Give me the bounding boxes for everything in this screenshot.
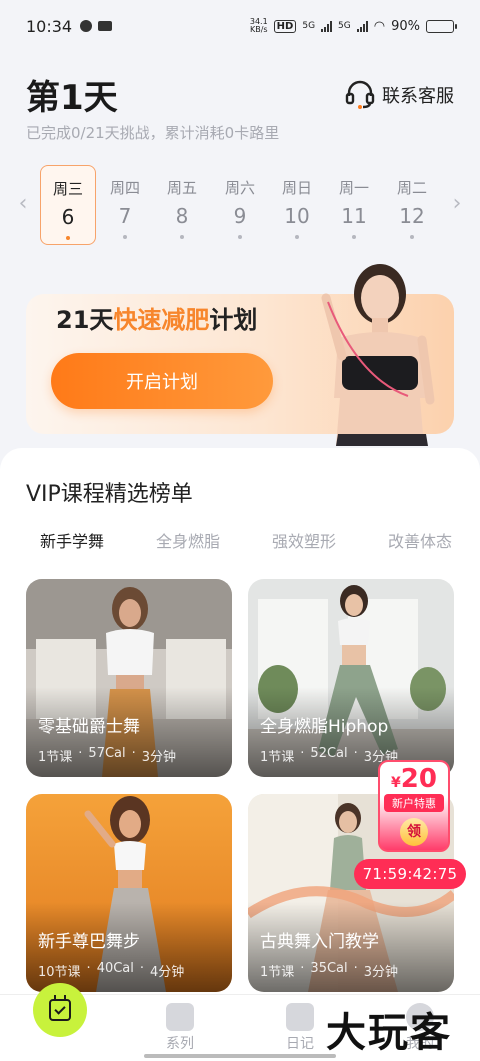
- home-tab-circle: [33, 983, 87, 1037]
- chevron-left-icon[interactable]: ‹: [14, 191, 32, 216]
- start-plan-button[interactable]: 开启计划: [51, 353, 273, 409]
- calendar-check-icon: [49, 995, 71, 1021]
- banner-title: 21天快速减肥计划: [56, 306, 258, 334]
- day-item-2[interactable]: 周五 8: [154, 165, 210, 245]
- challenge-progress: 已完成0/21天挑战，累计消耗0卡路里: [26, 124, 280, 142]
- day-item-1[interactable]: 周四 7: [97, 165, 153, 245]
- hd-icon: HD: [273, 19, 297, 33]
- status-left-icons: [80, 20, 113, 32]
- contact-label: 联系客服: [382, 86, 454, 107]
- day-item-4[interactable]: 周日 10: [269, 165, 325, 245]
- diary-icon: [286, 1003, 314, 1031]
- app-notification-icon: [98, 21, 113, 31]
- chevron-right-icon[interactable]: ›: [448, 191, 466, 216]
- course-name: 零基础爵士舞: [38, 717, 140, 737]
- course-meta: 1节课 · 57Cal · 3分钟: [38, 746, 177, 765]
- tab-posture[interactable]: 改善体态: [374, 528, 466, 552]
- course-name: 新手尊巴舞步: [38, 932, 140, 952]
- week-selector: ‹ 周三 6 周四 7 周五 8 周六 9 周日 10 周一 11 周二 12 …: [0, 163, 480, 247]
- coupon-badge[interactable]: ¥20 新户特惠 领: [378, 760, 450, 852]
- coupon-amount: ¥20: [391, 764, 437, 794]
- nav-series[interactable]: 系列: [140, 999, 220, 1053]
- day-dot: [410, 235, 414, 239]
- watermark: 大玩客: [326, 1010, 452, 1056]
- home-indicator: [144, 1054, 336, 1058]
- battery-icon: [426, 19, 457, 33]
- day-dot: [238, 235, 242, 239]
- tab-beginner-dance[interactable]: 新手学舞: [26, 528, 118, 552]
- claim-button[interactable]: 领: [400, 818, 428, 846]
- wifi-icon: ◠: [373, 18, 386, 34]
- play-icon: [166, 1003, 194, 1031]
- status-bar: 10:34 34.1 KB/s HD 5G 5G ◠ 90%: [0, 0, 480, 52]
- course-meta: 1节课 · 35Cal · 3分钟: [260, 961, 399, 980]
- day-item-6[interactable]: 周二 12: [384, 165, 440, 245]
- nav-home[interactable]: [20, 983, 100, 1037]
- tab-shaping[interactable]: 强效塑形: [258, 528, 350, 552]
- notification-icon: [80, 20, 93, 32]
- day-item-5[interactable]: 周一 11: [326, 165, 382, 245]
- page-title: 第1天: [26, 78, 118, 118]
- day-item-0[interactable]: 周三 6: [40, 165, 96, 245]
- course-card[interactable]: 零基础爵士舞 1节课 · 57Cal · 3分钟: [26, 579, 232, 777]
- day-dot: [123, 235, 127, 239]
- signal-icon: [321, 20, 333, 32]
- course-name: 全身燃脂Hiphop: [260, 717, 389, 737]
- signal-icon-2: [356, 20, 368, 32]
- headset-icon: [345, 80, 375, 109]
- coupon-tag: 新户特惠: [384, 794, 444, 812]
- sim1-label: 5G: [302, 21, 316, 31]
- status-time: 10:34: [26, 16, 73, 36]
- course-card[interactable]: 新手尊巴舞步 10节课 · 40Cal · 4分钟: [26, 794, 232, 992]
- course-meta: 1节课 · 52Cal · 3分钟: [260, 746, 399, 765]
- course-name: 古典舞入门教学: [260, 932, 379, 952]
- battery-percent: 90%: [391, 18, 420, 34]
- course-meta: 10节课 · 40Cal · 4分钟: [38, 961, 185, 980]
- category-tabs: 新手学舞 全身燃脂 强效塑形 改善体态: [26, 528, 466, 552]
- status-right: 34.1 KB/s HD 5G 5G ◠ 90%: [249, 17, 457, 34]
- network-speed: 34.1 KB/s: [249, 17, 268, 34]
- plan-banner[interactable]: 21天快速减肥计划 开启计划: [26, 258, 454, 446]
- fitness-model-image: [321, 264, 435, 446]
- day-dot: [295, 235, 299, 239]
- contact-service-button[interactable]: 联系客服: [344, 80, 454, 110]
- day-dot: [180, 235, 184, 239]
- sim2-label: 5G: [338, 21, 351, 31]
- day-dot: [66, 236, 70, 240]
- section-title: VIP课程精选榜单: [26, 482, 193, 507]
- course-card[interactable]: 全身燃脂Hiphop 1节课 · 52Cal · 3分钟: [248, 579, 454, 777]
- countdown-timer: 71:59:42:75: [354, 859, 466, 889]
- tab-fat-burn[interactable]: 全身燃脂: [142, 528, 234, 552]
- day-dot: [352, 235, 356, 239]
- day-item-3[interactable]: 周六 9: [212, 165, 268, 245]
- vip-section: VIP课程精选榜单 新手学舞 全身燃脂 强效塑形 改善体态 零基础爵士舞 1节课…: [0, 448, 480, 1008]
